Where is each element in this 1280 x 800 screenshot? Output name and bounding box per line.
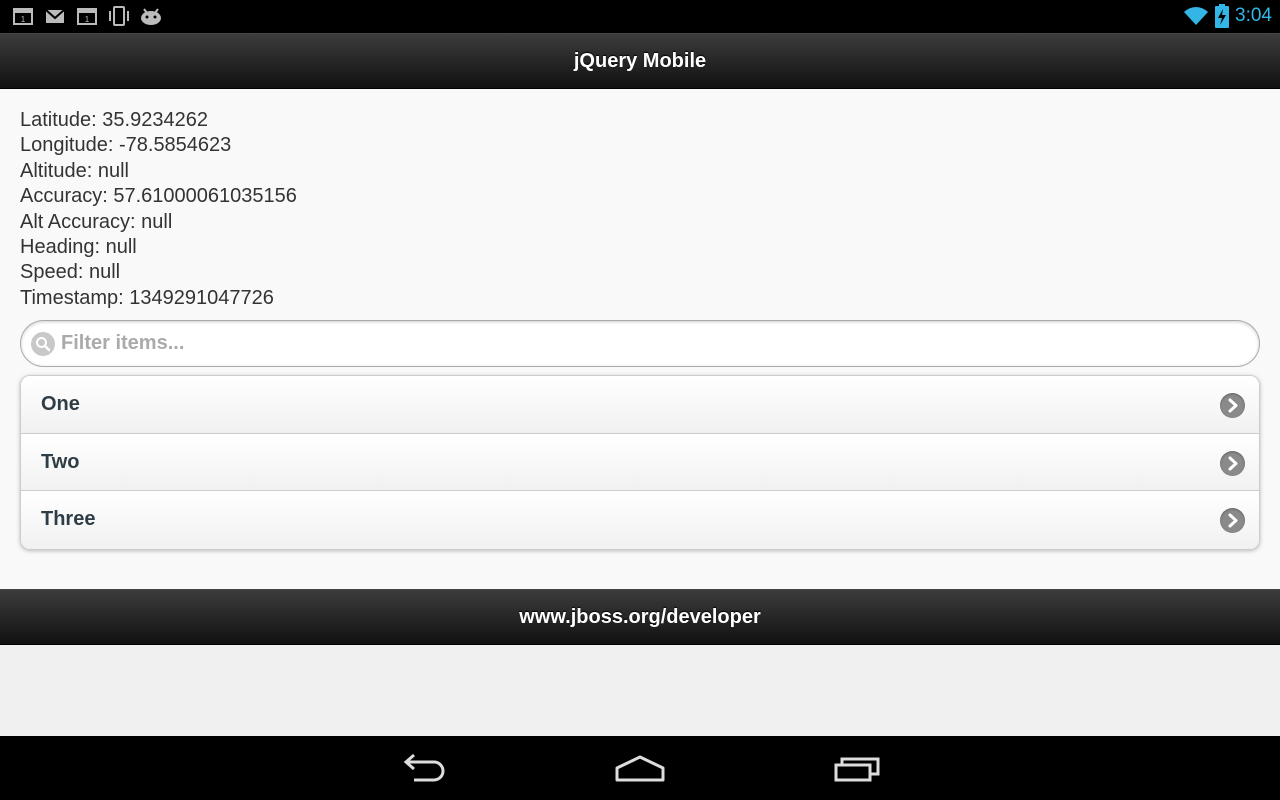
search-icon (31, 332, 55, 356)
page-title: jQuery Mobile (573, 49, 707, 72)
status-bar: 1 1 3:04 (0, 0, 1280, 33)
accuracy-text: Accuracy: 57.61000061035156 (20, 185, 297, 208)
wifi-icon (1184, 7, 1209, 25)
system-status: 3:04 (1183, 4, 1272, 28)
heading-text: Heading: null (20, 236, 137, 259)
svg-text:1: 1 (85, 15, 90, 24)
calendar-icon: 1 (13, 8, 33, 25)
list-item-two[interactable]: Two (21, 433, 1259, 491)
speed-text: Speed: null (20, 261, 121, 284)
timestamp-text: Timestamp: 1349291047726 (20, 286, 274, 309)
list-item-label: One (41, 393, 80, 415)
list-item-label: Two (41, 450, 80, 473)
page-footer: www.jboss.org/developer (0, 589, 1280, 645)
list-item-one[interactable]: One (21, 376, 1259, 434)
alt-accuracy-text: Alt Accuracy: null (20, 210, 173, 233)
page-content: Latitude: 35.9234262 Longitude: -78.5854… (0, 89, 1280, 589)
footer-title: www.jboss.org/developer (519, 605, 761, 628)
page-header: jQuery Mobile (0, 33, 1280, 89)
vibrate-icon (109, 6, 129, 26)
filter-input[interactable] (61, 321, 1241, 366)
recent-apps-button[interactable] (828, 750, 888, 786)
notification-area: 1 1 (12, 6, 162, 26)
home-icon (615, 755, 665, 782)
arrow-right-icon (1220, 508, 1245, 533)
filter-bar[interactable] (20, 320, 1260, 367)
gmail-icon (45, 9, 65, 23)
longitude-text: Longitude: -78.5854623 (20, 134, 232, 157)
home-button[interactable] (610, 750, 670, 786)
back-icon (403, 753, 445, 782)
list-item-label: Three (41, 508, 96, 530)
geolocation-info: Latitude: 35.9234262 Longitude: -78.5854… (20, 108, 297, 311)
svg-text:1: 1 (21, 15, 26, 24)
arrow-right-icon (1220, 393, 1245, 418)
arrow-right-icon (1220, 450, 1245, 476)
navigation-bar (0, 736, 1280, 800)
item-list: One Two Three (20, 375, 1260, 550)
list-item-three[interactable]: Three (21, 491, 1259, 549)
empty-area (0, 645, 1280, 736)
altitude-text: Altitude: null (20, 159, 129, 182)
back-button[interactable] (394, 750, 454, 786)
android-icon (141, 8, 161, 25)
recent-apps-icon (834, 757, 880, 782)
latitude-text: Latitude: 35.9234262 (20, 109, 208, 131)
battery-charging-icon (1215, 4, 1230, 28)
calendar-icon: 1 (77, 8, 97, 25)
clock: 3:04 (1235, 5, 1272, 26)
